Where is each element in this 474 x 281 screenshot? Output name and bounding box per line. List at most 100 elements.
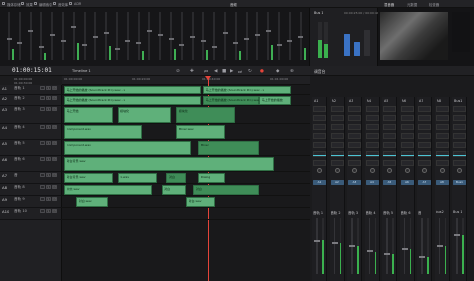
channel-slot[interactable] bbox=[400, 142, 414, 148]
channel-slot[interactable] bbox=[453, 133, 466, 139]
track-name[interactable]: 音 bbox=[14, 173, 18, 178]
mute-button[interactable]: M bbox=[52, 125, 57, 129]
channel-slot[interactable] bbox=[453, 115, 466, 121]
meter-fader-knob[interactable] bbox=[222, 32, 228, 34]
channel-slot[interactable] bbox=[348, 133, 361, 139]
solo-button[interactable]: S bbox=[46, 141, 51, 145]
audio-clip[interactable]: 对白.wav bbox=[186, 197, 216, 207]
channel-fader-track[interactable] bbox=[421, 218, 423, 274]
record-arm-button[interactable] bbox=[40, 125, 45, 129]
channel-fader-track[interactable] bbox=[316, 218, 318, 274]
audio-clip[interactable]: Component.wav bbox=[64, 125, 143, 139]
meter-fader-knob[interactable] bbox=[28, 30, 34, 32]
sound-library-icon[interactable] bbox=[53, 2, 56, 5]
menu-effects[interactable]: 效果 bbox=[26, 2, 33, 7]
effects-icon[interactable] bbox=[21, 2, 24, 5]
solo-button[interactable]: S bbox=[46, 86, 51, 90]
track-name[interactable]: 音轨 8 bbox=[14, 185, 25, 190]
play-icon[interactable]: ▶ bbox=[230, 69, 233, 74]
record-arm-button[interactable] bbox=[40, 86, 45, 90]
meter-fader-track[interactable] bbox=[224, 12, 226, 60]
channel-slot[interactable] bbox=[400, 106, 414, 112]
mute-button[interactable]: M bbox=[52, 197, 57, 201]
timeline-ruler[interactable]: 01:00:00:00 01:00:20:00 01:00:40:00 01:0… bbox=[62, 76, 310, 85]
channel-slot[interactable] bbox=[348, 115, 361, 121]
channel-slot[interactable] bbox=[313, 142, 326, 148]
record-arm-button[interactable] bbox=[40, 157, 45, 161]
meter-fader-knob[interactable] bbox=[265, 30, 271, 32]
pan-knob[interactable] bbox=[404, 168, 410, 173]
link-icon[interactable]: ⊘ bbox=[176, 69, 180, 74]
meter-fader-knob[interactable] bbox=[211, 46, 217, 48]
meter-fader-track[interactable] bbox=[137, 12, 140, 60]
meter-fader-knob[interactable] bbox=[146, 30, 152, 32]
track-header[interactable]: A3 音轨 3 SM bbox=[0, 106, 62, 124]
menu-media-pool[interactable]: 媒体存储 bbox=[7, 2, 21, 7]
track-name[interactable]: 音轨 6 bbox=[14, 157, 25, 162]
solo-button[interactable]: S bbox=[46, 173, 51, 177]
meter-fader-knob[interactable] bbox=[103, 32, 109, 34]
channel-fader-track[interactable] bbox=[386, 218, 388, 274]
bus-assign-chip[interactable]: A1 bbox=[313, 180, 326, 185]
meter-fader-track[interactable] bbox=[245, 12, 248, 60]
track-name[interactable]: 音轨 9 bbox=[14, 197, 25, 202]
meter-fader-knob[interactable] bbox=[136, 42, 142, 44]
pan-knob[interactable] bbox=[422, 168, 427, 173]
menu-mixer[interactable]: 混音器 bbox=[384, 2, 394, 7]
meter-fader-track[interactable] bbox=[8, 12, 10, 60]
menu-inspector[interactable]: 检查器 bbox=[429, 2, 439, 7]
channel-slot[interactable] bbox=[383, 142, 396, 148]
record-arm-button[interactable] bbox=[40, 197, 45, 201]
channel-slot[interactable] bbox=[435, 160, 449, 166]
meter-fader-track[interactable] bbox=[159, 12, 162, 60]
inspector-fader-blue[interactable] bbox=[344, 34, 350, 56]
meter-fader-track[interactable] bbox=[18, 12, 21, 60]
channel-slot[interactable] bbox=[365, 142, 379, 148]
media-pool-icon[interactable] bbox=[2, 2, 5, 5]
menu-metadata[interactable]: 元数据 bbox=[407, 2, 417, 7]
channel-slot[interactable] bbox=[418, 124, 431, 130]
channel-slot[interactable] bbox=[400, 115, 414, 121]
record-arm-button[interactable] bbox=[40, 141, 45, 145]
mute-button[interactable]: M bbox=[52, 86, 57, 90]
audio-clip[interactable]: 对白背景.wav bbox=[64, 157, 274, 171]
audio-clip[interactable]: 1.wav bbox=[117, 173, 157, 183]
audio-clip[interactable]: Dialog bbox=[198, 173, 226, 183]
meter-fader-track[interactable] bbox=[267, 12, 270, 60]
mute-button[interactable]: M bbox=[52, 157, 57, 161]
solo-button[interactable]: S bbox=[46, 107, 51, 111]
track-name[interactable]: 音轨 2 bbox=[14, 96, 25, 101]
record-arm-button[interactable] bbox=[40, 96, 45, 100]
meter-fader-track[interactable] bbox=[278, 12, 280, 60]
channel-slot[interactable] bbox=[330, 133, 344, 139]
channel-slot[interactable] bbox=[348, 106, 361, 112]
record-arm-button[interactable] bbox=[40, 209, 45, 213]
meter-fader-knob[interactable] bbox=[179, 44, 185, 46]
track-header[interactable]: A4 音轨 4 SM bbox=[0, 124, 62, 140]
channel-fader-knob[interactable] bbox=[454, 234, 460, 237]
mute-button[interactable]: M bbox=[52, 209, 57, 213]
meter-fader-track[interactable] bbox=[62, 12, 64, 60]
menu-sound-library[interactable]: 音效库 bbox=[58, 2, 68, 7]
channel-slot[interactable] bbox=[365, 160, 379, 166]
bus-assign-chip[interactable]: A8 bbox=[435, 180, 449, 185]
bus-assign-chip[interactable]: A2 bbox=[330, 180, 344, 185]
inspector-fader-gray[interactable] bbox=[364, 30, 370, 56]
channel-fader-track[interactable] bbox=[368, 218, 371, 274]
pan-knob[interactable] bbox=[387, 168, 392, 173]
channel-fader-knob[interactable] bbox=[384, 253, 390, 256]
audio-clip[interactable]: Mixer.wav bbox=[176, 125, 226, 139]
channel-slot[interactable] bbox=[383, 115, 396, 121]
meter-fader-track[interactable] bbox=[170, 12, 172, 60]
channel-slot[interactable] bbox=[453, 160, 466, 166]
solo-button[interactable]: S bbox=[46, 157, 51, 161]
bus-assign-chip[interactable]: A7 bbox=[418, 180, 431, 185]
meter-fader-track[interactable] bbox=[116, 12, 118, 60]
meter-fader-knob[interactable] bbox=[168, 38, 174, 40]
timeline-name[interactable]: Timeline 1 bbox=[72, 69, 91, 73]
channel-fader-knob[interactable] bbox=[419, 255, 425, 258]
channel-slot[interactable] bbox=[365, 115, 379, 121]
audio-clip[interactable]: 马上开始的播放 (Soundtrack Pro).wav - L bbox=[64, 96, 201, 105]
track-name[interactable]: 音轨 1 bbox=[14, 86, 25, 91]
mute-button[interactable]: M bbox=[52, 173, 57, 177]
